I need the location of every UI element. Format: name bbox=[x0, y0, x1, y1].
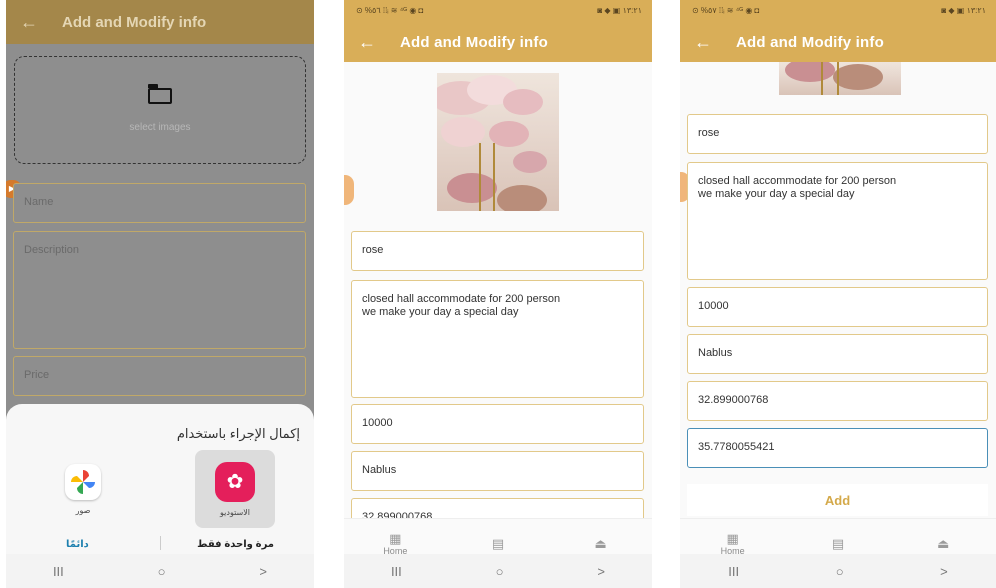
recent-apps-icon[interactable]: III bbox=[53, 564, 64, 579]
screen-form-bottom: ⊙ %٥٧ ⁞⁞ᵢ ≋ ⁴ᴳ ◉ ◘ ◙ ◆ ▣ ١٣:٢١ ← Add and… bbox=[680, 0, 996, 588]
arrow-left-icon[interactable]: ← bbox=[358, 32, 390, 53]
grid-icon: ▦ bbox=[389, 530, 402, 546]
status-right: ◙ ◆ ▣ ١٣:٢١ bbox=[941, 6, 986, 15]
description-input[interactable]: Description bbox=[13, 231, 306, 349]
longitude-input[interactable]: 35.7780055421 bbox=[687, 428, 988, 468]
app-bar: ← Add and Modify info bbox=[344, 22, 652, 62]
status-left: ⊙ %٥٧ ⁞⁞ᵢ ≋ ⁴ᴳ ◉ ◘ bbox=[692, 6, 760, 15]
app-bar: ← Add and Modify info bbox=[6, 0, 314, 44]
folder-icon bbox=[148, 83, 172, 104]
app-option-label: الاستوديو bbox=[220, 507, 250, 517]
back-chevron-icon[interactable]: > bbox=[259, 564, 267, 579]
page-title: Add and Modify info bbox=[400, 33, 548, 51]
latitude-input[interactable]: 32.899000768 bbox=[687, 381, 988, 421]
status-bar: ⊙ %٥٦ ⁞⁞ᵢ ≋ ⁴ᴳ ◉ ◘ ◙ ◆ ▣ ١٣:٢١ bbox=[344, 0, 652, 22]
city-input[interactable]: Nablus bbox=[351, 451, 644, 491]
nav-chat[interactable]: ▤ bbox=[458, 535, 538, 551]
add-button[interactable]: Add bbox=[687, 484, 988, 516]
divider bbox=[160, 536, 161, 550]
chat-icon: ▤ bbox=[491, 535, 505, 551]
page-title: Add and Modify info bbox=[736, 33, 884, 51]
select-images-box[interactable]: select images bbox=[14, 56, 306, 164]
recent-apps-icon[interactable]: III bbox=[391, 564, 402, 579]
app-option-photos[interactable]: صور bbox=[43, 450, 123, 528]
always-button[interactable]: دائمًا bbox=[66, 539, 89, 550]
status-right: ◙ ◆ ▣ ١٣:٢١ bbox=[597, 6, 642, 15]
person-icon: ⏏ bbox=[937, 535, 950, 551]
person-icon: ⏏ bbox=[594, 535, 607, 551]
price-input[interactable]: 10000 bbox=[351, 404, 644, 444]
status-bar: ⊙ %٥٧ ⁞⁞ᵢ ≋ ⁴ᴳ ◉ ◘ ◙ ◆ ▣ ١٣:٢١ bbox=[680, 0, 996, 22]
nav-home[interactable]: ▦ Home bbox=[355, 530, 435, 556]
flower-icon: ✿ bbox=[215, 461, 255, 502]
name-input[interactable]: rose bbox=[351, 231, 644, 271]
screen-form-top: ⊙ %٥٦ ⁞⁞ᵢ ≋ ⁴ᴳ ◉ ◘ ◙ ◆ ▣ ١٣:٢١ ← Add and… bbox=[344, 0, 652, 588]
system-nav-bar: III ○ > bbox=[6, 554, 314, 588]
description-input[interactable]: closed hall accommodate for 200 person w… bbox=[687, 162, 988, 280]
chat-icon: ▤ bbox=[831, 535, 845, 551]
name-input[interactable]: Name bbox=[13, 183, 306, 223]
home-circle-icon[interactable]: ○ bbox=[158, 564, 166, 579]
chooser-sheet: إكمال الإجراء باستخدام ✿ الاستوديو صور د… bbox=[6, 404, 314, 554]
screen-pick-images: ← Add and Modify info select images ▶ Na… bbox=[6, 0, 314, 588]
nav-chat[interactable]: ▤ bbox=[798, 535, 878, 551]
system-nav-bar: III ○ > bbox=[680, 554, 996, 588]
edge-handle[interactable] bbox=[344, 175, 354, 205]
app-option-label: صور bbox=[75, 505, 91, 515]
home-circle-icon[interactable]: ○ bbox=[836, 564, 844, 579]
select-images-label: select images bbox=[129, 121, 191, 133]
nav-home[interactable]: ▦ Home bbox=[693, 530, 773, 556]
recent-apps-icon[interactable]: III bbox=[728, 564, 739, 579]
just-once-button[interactable]: مرة واحدة فقط bbox=[197, 539, 274, 550]
price-input[interactable]: Price bbox=[13, 356, 306, 396]
city-input[interactable]: Nablus bbox=[687, 334, 988, 374]
status-left: ⊙ %٥٦ ⁞⁞ᵢ ≋ ⁴ᴳ ◉ ◘ bbox=[356, 6, 424, 15]
description-input[interactable]: closed hall accommodate for 200 person w… bbox=[351, 280, 644, 398]
nav-profile[interactable]: ⏏ bbox=[903, 535, 983, 551]
app-option-studio[interactable]: ✿ الاستوديو bbox=[195, 450, 275, 528]
name-input[interactable]: rose bbox=[687, 114, 988, 154]
page-title: Add and Modify info bbox=[62, 13, 207, 31]
system-nav-bar: III ○ > bbox=[344, 554, 652, 588]
chooser-actions: دائمًا مرة واحدة فقط bbox=[6, 534, 314, 554]
grid-icon: ▦ bbox=[726, 530, 739, 546]
home-circle-icon[interactable]: ○ bbox=[496, 564, 504, 579]
hall-photo[interactable] bbox=[779, 62, 901, 95]
arrow-left-icon[interactable]: ← bbox=[694, 32, 726, 53]
pinwheel-icon bbox=[65, 463, 101, 500]
chooser-title: إكمال الإجراء باستخدام bbox=[176, 426, 300, 441]
back-chevron-icon[interactable]: > bbox=[597, 564, 605, 579]
arrow-left-icon[interactable]: ← bbox=[20, 12, 52, 33]
hall-photo[interactable] bbox=[437, 73, 559, 211]
back-chevron-icon[interactable]: > bbox=[940, 564, 948, 579]
nav-profile[interactable]: ⏏ bbox=[561, 535, 641, 551]
app-bar: ← Add and Modify info bbox=[680, 22, 996, 62]
price-input[interactable]: 10000 bbox=[687, 287, 988, 327]
